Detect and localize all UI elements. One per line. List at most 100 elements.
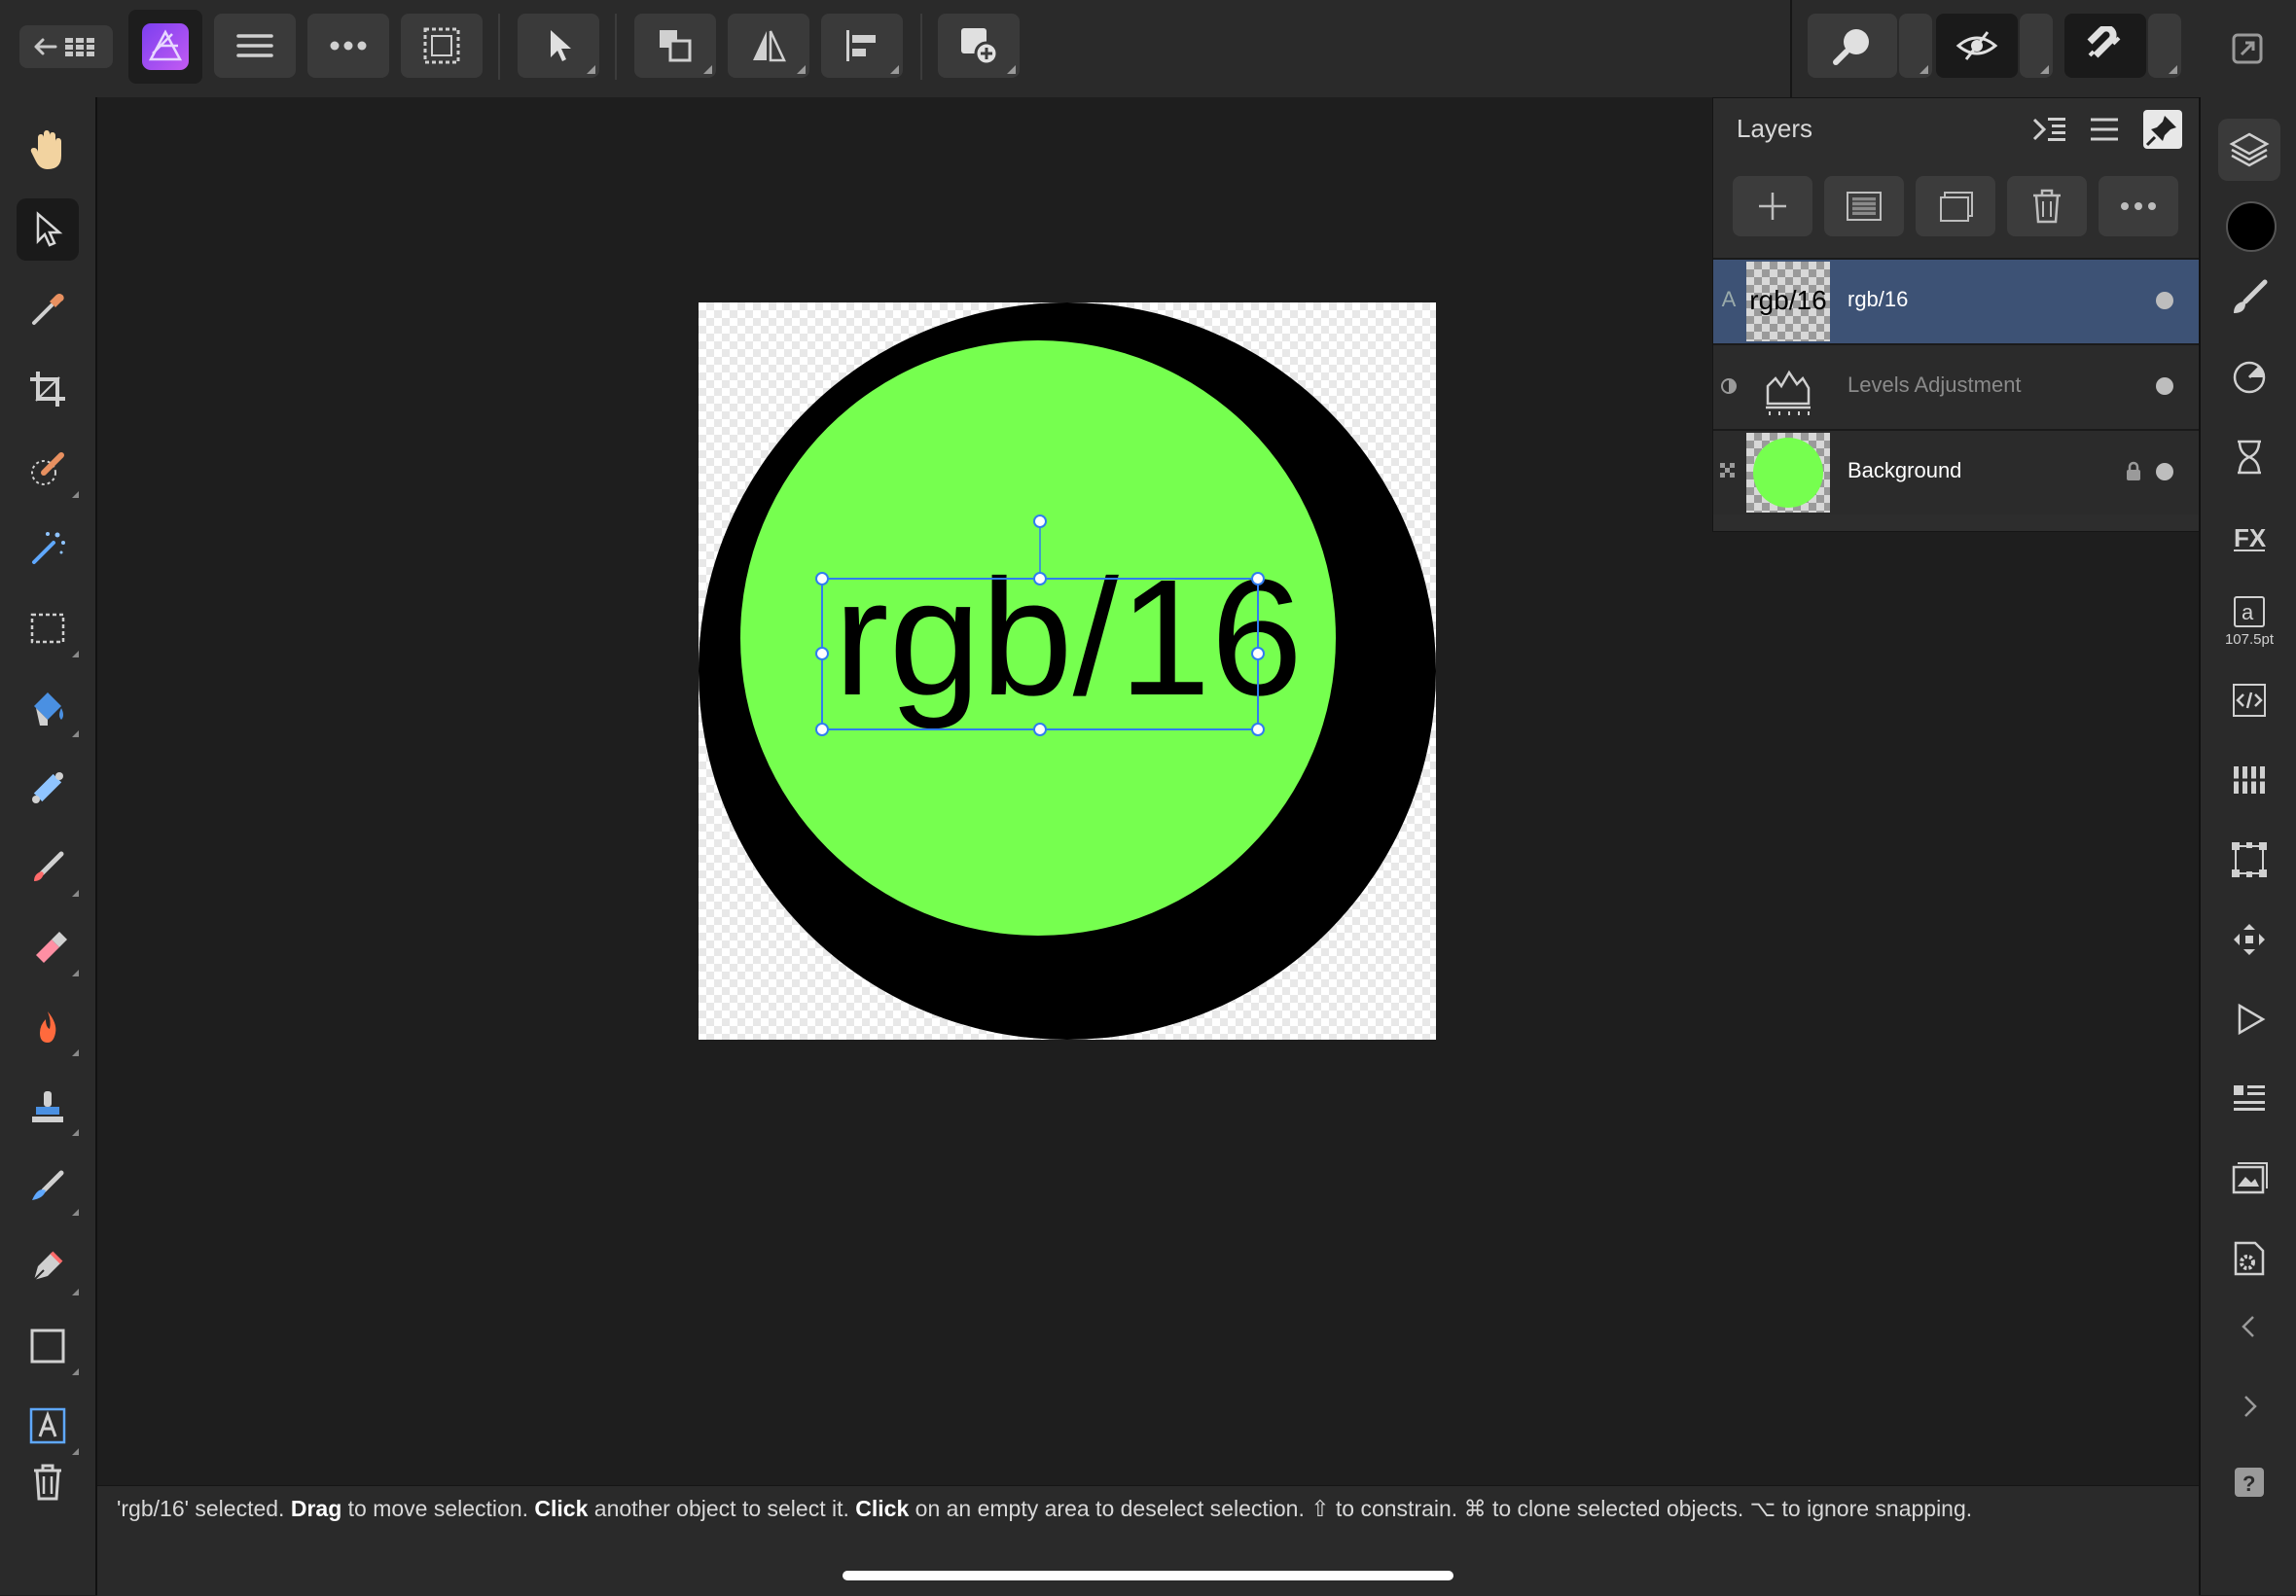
snapping-options-button[interactable] xyxy=(2148,14,2181,78)
channels-studio-button[interactable] xyxy=(2218,749,2280,811)
zoom-options-button[interactable] xyxy=(1899,14,1932,78)
document-canvas[interactable]: rgb/16 xyxy=(699,302,1436,1040)
rectangle-tool[interactable] xyxy=(17,1315,79,1377)
color-swatch[interactable] xyxy=(2226,201,2277,252)
group-layers-button[interactable] xyxy=(1916,176,1995,236)
paint-brush-tool[interactable] xyxy=(17,836,79,899)
add-layer-button[interactable] xyxy=(1733,176,1812,236)
lock-icon[interactable] xyxy=(2125,461,2142,487)
eye-hidden-icon xyxy=(1955,31,1998,60)
fullscreen-button[interactable] xyxy=(2228,29,2267,68)
view-quality-options-button[interactable] xyxy=(2020,14,2053,78)
text-layer-badge: A xyxy=(1721,287,1737,311)
visibility-toggle[interactable] xyxy=(2156,292,2173,309)
pen-tool[interactable] xyxy=(17,1235,79,1297)
zoom-button[interactable] xyxy=(1808,14,1897,78)
expand-studio-button[interactable] xyxy=(2218,1383,2280,1430)
macro-studio-button[interactable] xyxy=(2218,988,2280,1050)
history-studio-button[interactable] xyxy=(2218,426,2280,488)
more-options-button[interactable] xyxy=(307,14,389,78)
clone-tool[interactable] xyxy=(17,1076,79,1138)
status-keyword-click: Click xyxy=(855,1496,910,1521)
effects-studio-button[interactable]: FX xyxy=(2218,506,2280,568)
status-click-text: another object to select it. xyxy=(588,1496,856,1521)
status-keyword-drag: Drag xyxy=(290,1496,342,1521)
selection-box[interactable] xyxy=(699,302,1436,1040)
smudge-tool[interactable] xyxy=(17,1155,79,1218)
chevron-right-icon xyxy=(2244,1396,2257,1417)
text-tool[interactable] xyxy=(17,1395,79,1457)
arrange-button[interactable] xyxy=(634,14,716,78)
arrange-icon xyxy=(660,30,692,62)
magic-wand-icon xyxy=(32,532,65,564)
visibility-toggle[interactable] xyxy=(2156,377,2173,395)
persona-photo-button[interactable] xyxy=(128,10,202,84)
marquee-tool[interactable] xyxy=(17,597,79,659)
adjustments-studio-button[interactable] xyxy=(2218,346,2280,408)
help-button[interactable]: ? xyxy=(2218,1459,2280,1506)
gradient-tool[interactable] xyxy=(17,757,79,819)
view-tool[interactable] xyxy=(17,119,79,181)
status-selected-text: 'rgb/16' selected. xyxy=(117,1496,291,1521)
brush-icon xyxy=(2234,279,2268,313)
svg-text:?: ? xyxy=(2242,1472,2255,1496)
burn-tool[interactable] xyxy=(17,996,79,1058)
character-studio-button[interactable]: a 107.5pt xyxy=(2218,585,2280,656)
collapse-panel-button[interactable] xyxy=(2030,112,2069,147)
smudge-icon xyxy=(32,1170,64,1200)
view-quality-button[interactable] xyxy=(1936,14,2018,78)
back-to-home-button[interactable] xyxy=(19,25,113,68)
erase-brush-tool[interactable] xyxy=(17,916,79,978)
move-tool-options-button[interactable] xyxy=(518,14,599,78)
crop-tool[interactable] xyxy=(17,358,79,420)
back-grid-icon xyxy=(34,38,94,56)
image-stack-icon xyxy=(2232,1162,2268,1194)
layer-row[interactable]: Levels Adjustment xyxy=(1713,343,2200,429)
status-text: 'rgb/16' selected. Drag to move selectio… xyxy=(117,1494,2121,1523)
visibility-toggle[interactable] xyxy=(2156,463,2173,480)
delete-layer-button[interactable] xyxy=(2007,176,2087,236)
navigator-studio-button[interactable] xyxy=(2218,908,2280,971)
document-settings-button[interactable] xyxy=(2218,1227,2280,1290)
eraser-icon xyxy=(36,932,67,963)
flame-icon xyxy=(40,1011,56,1043)
layers-panel: Layers A rgb/16 rgb/16 Levels Adjustment… xyxy=(1712,97,2201,532)
add-shape-icon xyxy=(961,28,999,66)
flood-select-tool[interactable] xyxy=(17,517,79,580)
collapse-studio-button[interactable] xyxy=(2218,1303,2280,1350)
color-picker-tool[interactable] xyxy=(17,278,79,340)
mask-layer-button[interactable] xyxy=(1824,176,1904,236)
flood-fill-tool[interactable] xyxy=(17,677,79,739)
stock-studio-button[interactable] xyxy=(2218,1148,2280,1210)
code-document-icon xyxy=(2233,684,2266,717)
snapping-button[interactable] xyxy=(2064,14,2146,78)
levels-thumbnail xyxy=(1746,347,1830,427)
source-studio-button[interactable] xyxy=(2218,669,2280,731)
artistic-text-icon xyxy=(29,1407,66,1444)
pin-icon xyxy=(2145,116,2176,147)
hourglass-icon xyxy=(2238,440,2261,475)
font-size-label: 107.5pt xyxy=(2224,630,2275,648)
info-studio-button[interactable] xyxy=(2218,1068,2280,1130)
selection-brush-tool[interactable] xyxy=(17,438,79,500)
layers-studio-button[interactable] xyxy=(2218,119,2280,181)
brushes-studio-button[interactable] xyxy=(2218,266,2280,329)
selection-brush-icon xyxy=(31,452,64,485)
align-button[interactable] xyxy=(821,14,903,78)
toolbar-separator xyxy=(498,14,500,80)
mask-icon xyxy=(1847,192,1882,221)
selection-button[interactable] xyxy=(401,14,483,78)
layer-options-button[interactable] xyxy=(2099,176,2178,236)
layer-thumbnail: rgb/16 xyxy=(1746,262,1830,341)
move-tool[interactable] xyxy=(17,198,79,261)
pin-panel-button[interactable] xyxy=(2143,110,2182,149)
home-indicator[interactable] xyxy=(843,1571,1453,1580)
panel-menu-button[interactable] xyxy=(2087,112,2126,147)
layer-row[interactable]: A rgb/16 rgb/16 xyxy=(1713,258,2200,343)
delete-button[interactable] xyxy=(17,1451,79,1513)
transform-studio-button[interactable] xyxy=(2218,829,2280,891)
flip-button[interactable] xyxy=(728,14,809,78)
document-menu-button[interactable] xyxy=(214,14,296,78)
layer-row[interactable]: Background xyxy=(1713,429,2200,514)
add-object-button[interactable] xyxy=(938,14,1020,78)
